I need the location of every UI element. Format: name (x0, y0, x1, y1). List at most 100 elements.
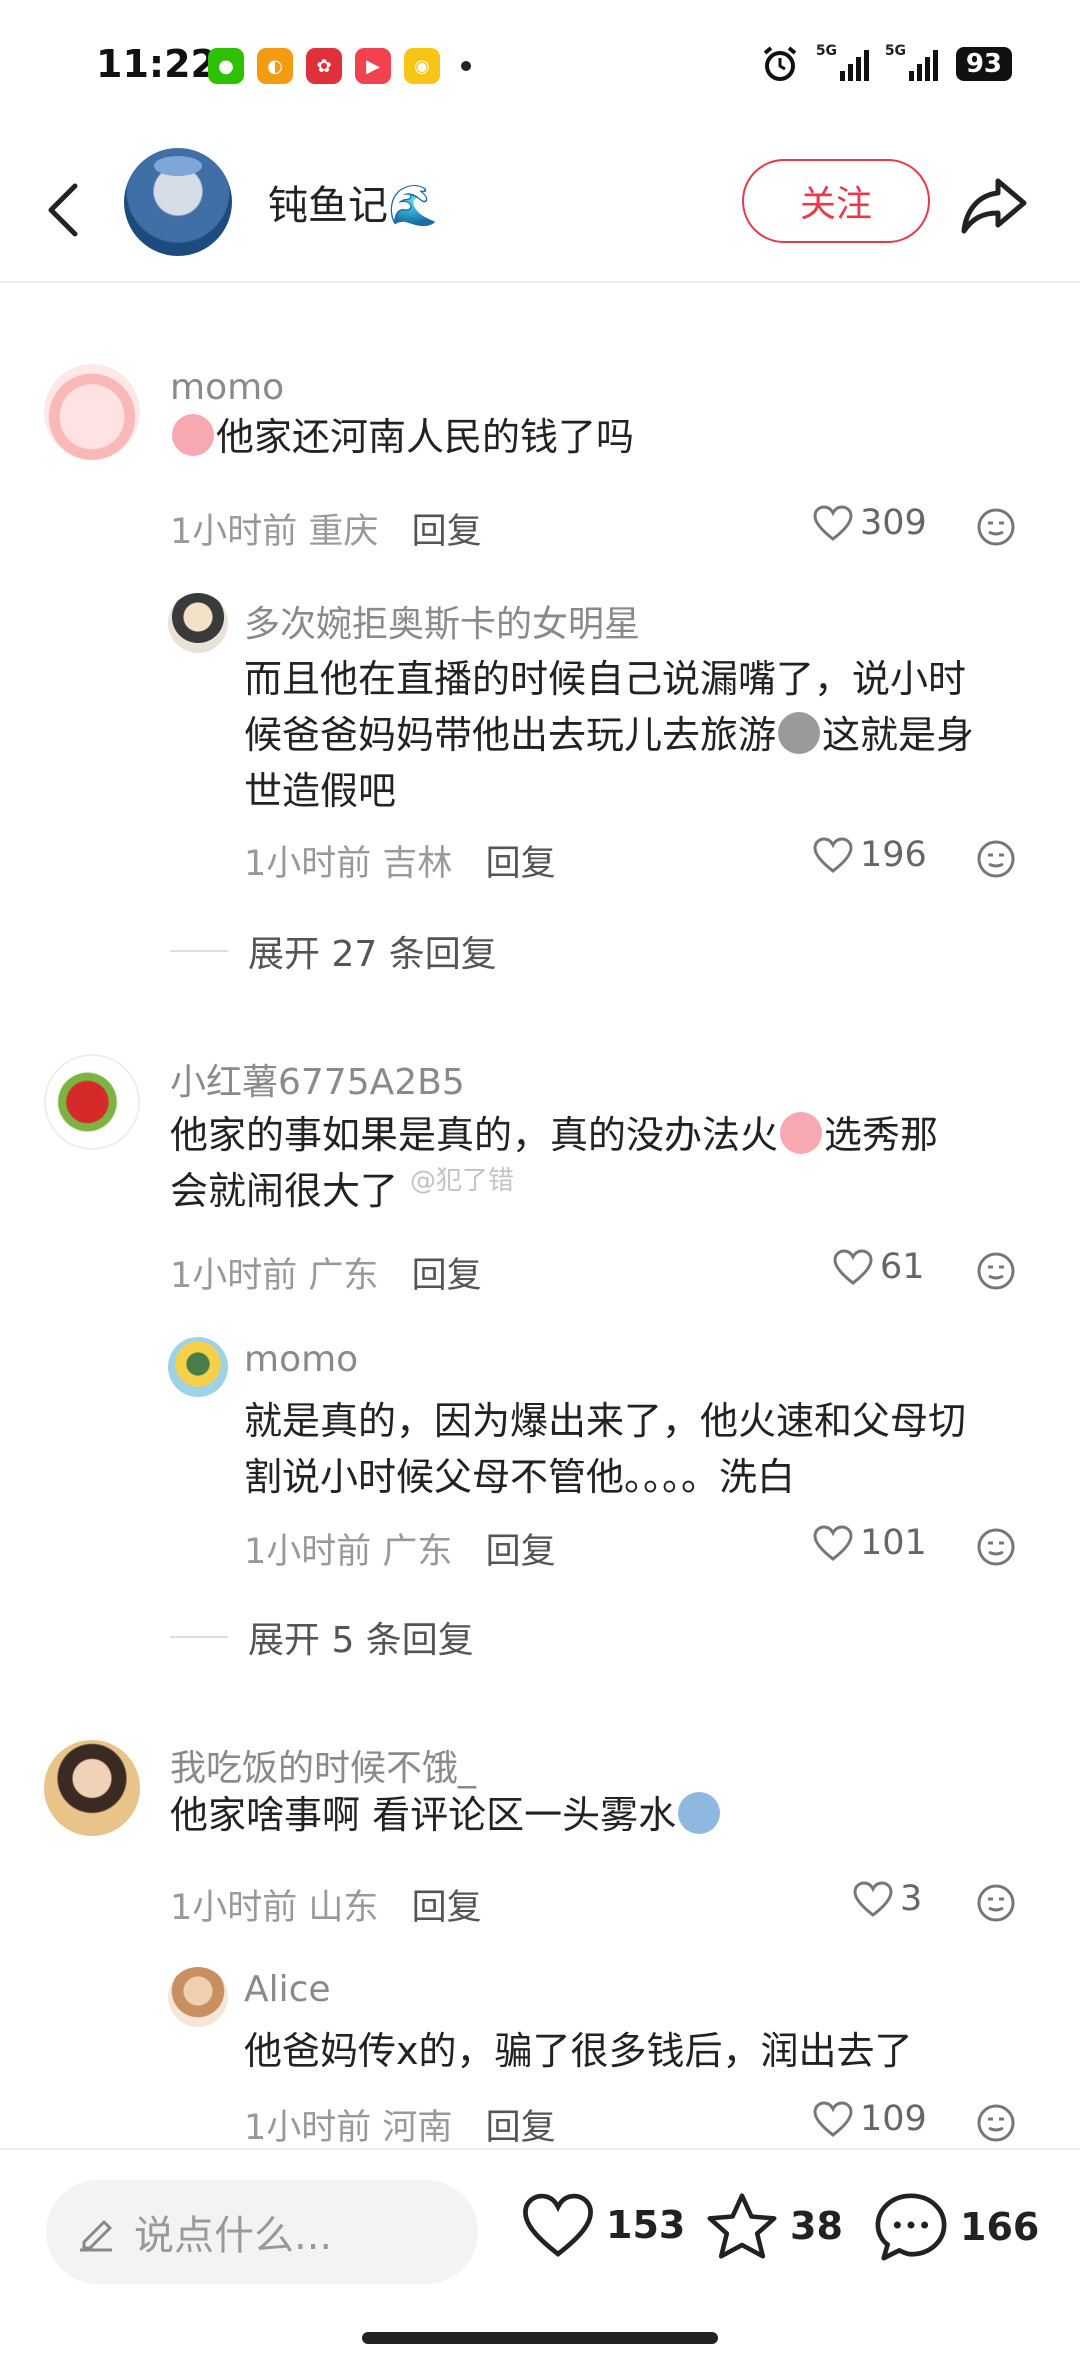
imou-icon: ◐ (257, 48, 293, 84)
heart-icon (523, 2193, 593, 2257)
star-icon (707, 2193, 777, 2259)
comment-input-placeholder: 说点什么... (134, 2213, 333, 2259)
commenter-name[interactable]: 我吃饭的时候不饿_ (170, 1739, 476, 1791)
heart-outline-icon (813, 505, 853, 541)
emoji-react-icon[interactable] (976, 839, 1016, 879)
sweat-emoji-icon (678, 1792, 721, 1834)
reply-time: 1小时前 (244, 844, 372, 884)
replier-name[interactable]: 多次婉拒奥斯卡的女明星 (244, 595, 640, 647)
reply-button[interactable]: 回复 (486, 1532, 556, 1572)
reply-like-button[interactable]: 109 (812, 2099, 927, 2139)
like-note-count: 153 (606, 2203, 686, 2247)
comment-like-button[interactable]: 61 (832, 1247, 925, 1287)
comment-count: 166 (960, 2205, 1040, 2249)
comment-text-segment: 他家的事如果是真的，真的没办法火 (170, 1113, 779, 1157)
comment-text: 他家的事如果是真的，真的没办法火 选秀那 会就闹很大了 (170, 1107, 1030, 1219)
reply-location: 吉林 (382, 844, 453, 884)
signal-5g-1-icon: 5G (816, 43, 869, 81)
heart-outline-icon (853, 1881, 893, 1917)
notification-icons: ● ◐ ✿ ▶ ◉ (208, 48, 471, 84)
reply-button[interactable]: 回复 (486, 2108, 556, 2148)
like-count: 61 (880, 1247, 925, 1287)
expand-divider (170, 1636, 228, 1638)
emoji-react-icon[interactable] (976, 1251, 1016, 1291)
network-label-1: 5G (815, 43, 838, 59)
reply-text-line: 而且他在直播的时候自己说漏嘴了，说小时 (244, 657, 967, 701)
author-name[interactable]: 钝鱼记🌊 (268, 173, 438, 231)
emoji-react-icon[interactable] (976, 1883, 1016, 1923)
battery-indicator: 93 (955, 47, 1012, 81)
collect-count: 38 (790, 2204, 843, 2248)
share-button[interactable] (958, 173, 1030, 237)
comment-location: 广东 (308, 1256, 379, 1296)
expand-replies-button[interactable]: 展开 5 条回复 (170, 1611, 474, 1663)
like-count: 109 (860, 2099, 927, 2139)
expand-divider (170, 950, 228, 952)
back-button[interactable] (38, 175, 88, 245)
reply-text-line: 候爸爸妈妈带他出去玩儿去旅游 这就是身 (244, 707, 1044, 763)
like-count: 101 (860, 1523, 927, 1563)
reply-button[interactable]: 回复 (412, 1888, 482, 1928)
network-label-2: 5G (884, 43, 907, 59)
reply-button[interactable]: 回复 (486, 844, 556, 884)
comment-meta: 1小时前 广东 回复 (170, 1247, 482, 1298)
comment-like-button[interactable]: 3 (852, 1879, 922, 1919)
note-comments-page: 11:22 ● ◐ ✿ ▶ ◉ 5G 5G 93 钝鱼记🌊 关注 momo 他家… (0, 0, 1080, 2362)
reply-text-line: 世造假吧 (244, 769, 397, 813)
reply-time: 1小时前 (244, 1532, 372, 1572)
reply-button[interactable]: 回复 (412, 512, 482, 552)
shopping-icon: ✿ (306, 48, 342, 84)
like-count: 309 (860, 503, 927, 543)
share-icon (961, 178, 1027, 234)
replier-avatar[interactable] (168, 1967, 228, 2027)
emoji-react-icon[interactable] (976, 2103, 1016, 2143)
reply-location: 广东 (382, 1532, 453, 1572)
comment-button[interactable]: 166 (872, 2190, 1039, 2264)
status-right: 5G 5G 93 (760, 43, 1012, 84)
heart-outline-icon (813, 837, 853, 873)
weibo-icon: ◉ (404, 48, 440, 84)
pencil-icon (80, 2220, 112, 2252)
replier-avatar[interactable] (168, 1337, 228, 1397)
reply-button[interactable]: 回复 (412, 1256, 482, 1296)
video-play-icon: ▶ (355, 48, 391, 84)
reply-text: 他爸妈传x的，骗了很多钱后，润出去了 (244, 2029, 913, 2073)
expand-replies-label: 展开 5 条回复 (248, 1620, 474, 1661)
commenter-avatar[interactable] (44, 1054, 140, 1150)
reply-like-button[interactable]: 101 (812, 1523, 927, 1563)
back-arrow-icon (48, 183, 78, 237)
comment-text-content: 他家啥事啊 看评论区一头雾水 (170, 1793, 677, 1837)
wechat-icon: ● (208, 48, 244, 84)
reply-text: 而且他在直播的时候自己说漏嘴了，说小时 候爸爸妈妈带他出去玩儿去旅游 这就是身 世… (244, 651, 1044, 819)
commenter-name[interactable]: momo (170, 367, 284, 408)
status-time: 11:22 (96, 42, 217, 86)
follow-button[interactable]: 关注 (742, 159, 930, 243)
reply-like-button[interactable]: 196 (812, 835, 927, 875)
replier-avatar[interactable] (168, 593, 228, 653)
comment-text-content: 他家还河南人民的钱了吗 (216, 415, 635, 459)
comment-text-segment: 选秀那 (824, 1113, 939, 1157)
author-avatar[interactable] (124, 148, 232, 256)
heart-outline-icon (833, 1249, 873, 1285)
comment-input[interactable]: 说点什么... (46, 2180, 478, 2284)
comment-like-button[interactable]: 309 (812, 503, 927, 543)
comment-time: 1小时前 (170, 1888, 298, 1928)
replier-name[interactable]: momo (244, 1339, 358, 1380)
note-header: 钝鱼记🌊 关注 (0, 135, 1080, 283)
commenter-avatar[interactable] (44, 1740, 140, 1836)
collect-button[interactable]: 38 (704, 2190, 843, 2262)
emoji-react-icon[interactable] (976, 507, 1016, 547)
replier-name[interactable]: Alice (244, 1969, 331, 2010)
like-note-button[interactable]: 153 (520, 2190, 685, 2260)
home-indicator[interactable] (362, 2332, 718, 2344)
comment-meta: 1小时前 山东 回复 (170, 1879, 482, 1930)
commenter-avatar[interactable] (44, 364, 140, 460)
expand-replies-button[interactable]: 展开 27 条回复 (170, 925, 497, 977)
commenter-name[interactable]: 小红薯6775A2B5 (170, 1053, 465, 1105)
comment-meta: 1小时前 重庆 回复 (170, 503, 482, 554)
comment-text: 他家啥事啊 看评论区一头雾水 (170, 1787, 722, 1843)
signal-5g-2-icon: 5G (885, 43, 938, 81)
emoji-react-icon[interactable] (976, 1527, 1016, 1567)
chat-bubble-icon (875, 2193, 947, 2261)
heart-outline-icon (813, 1525, 853, 1561)
